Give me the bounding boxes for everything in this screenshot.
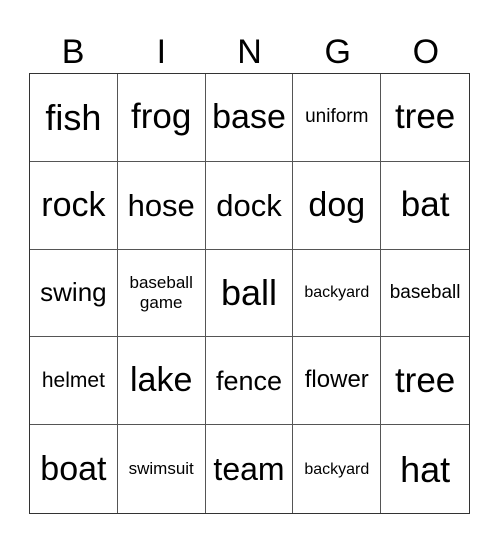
bingo-cell[interactable]: bat	[381, 162, 469, 250]
bingo-cell[interactable]: dog	[293, 161, 382, 250]
bingo-cell[interactable]: flower	[293, 337, 382, 426]
bingo-cell[interactable]: dock	[205, 161, 294, 250]
cell-text: tree	[394, 360, 456, 400]
header-letter-g: G	[324, 33, 351, 71]
cell-text: fish	[45, 96, 102, 138]
header-letter-b: B	[61, 33, 85, 71]
bingo-cell[interactable]: backyard	[293, 249, 382, 338]
cell-text: uniform	[305, 106, 369, 127]
cell-text: helmet	[41, 369, 105, 393]
cell-text: swimsuit	[128, 458, 194, 478]
bingo-cell[interactable]: swimsuit	[118, 425, 206, 513]
bingo-cell[interactable]: helmet	[30, 337, 118, 426]
cell-text: lake	[130, 361, 193, 400]
header-letter-o: O	[412, 33, 440, 71]
bingo-cell[interactable]: hat	[381, 425, 469, 513]
header-letter-n: N	[237, 33, 262, 71]
bingo-cell[interactable]: baseball game	[117, 249, 206, 338]
cell-text: flower	[304, 366, 369, 394]
bingo-header: B I N G O	[29, 30, 470, 72]
cell-text: dog	[308, 185, 366, 224]
bingo-cell[interactable]: uniform	[293, 74, 382, 162]
bingo-cell[interactable]: swing	[30, 249, 118, 338]
cell-text: bat	[400, 185, 450, 225]
bingo-cell[interactable]: team	[206, 425, 294, 513]
bingo-cell[interactable]: fish	[30, 74, 118, 162]
cell-text: base	[212, 98, 286, 136]
bingo-cell[interactable]: ball	[205, 249, 294, 338]
bingo-cell[interactable]: boat	[30, 425, 118, 513]
bingo-cell[interactable]: hose	[117, 161, 206, 250]
cell-text: rock	[41, 185, 106, 224]
cell-text: fence	[215, 365, 283, 396]
bingo-cell[interactable]: base	[205, 74, 294, 162]
cell-text: boat	[40, 449, 107, 488]
bingo-cell[interactable]: rock	[30, 161, 118, 250]
cell-text: ball	[220, 272, 278, 314]
cell-text: backyard	[304, 460, 370, 478]
bingo-cell[interactable]: fence	[205, 337, 294, 426]
bingo-card-grid: fish frog base uniform tree rock hose do…	[29, 73, 470, 514]
cell-text: team	[213, 450, 285, 487]
cell-text: dock	[216, 187, 282, 223]
cell-text: baseball	[389, 281, 461, 303]
bingo-cell[interactable]: tree	[381, 74, 469, 162]
cell-text: hat	[400, 448, 451, 490]
cell-text: frog	[131, 97, 192, 137]
bingo-cell[interactable]: tree	[381, 337, 469, 426]
header-letter-i: I	[156, 33, 167, 71]
bingo-cell[interactable]: backyard	[293, 425, 382, 513]
cell-text: swing	[40, 277, 107, 308]
bingo-cell[interactable]: lake	[117, 337, 206, 426]
cell-text: hose	[127, 187, 195, 223]
cell-text: backyard	[304, 284, 370, 302]
bingo-cell[interactable]: baseball	[381, 250, 469, 338]
bingo-cell[interactable]: frog	[117, 74, 206, 162]
cell-text: tree	[394, 97, 456, 137]
cell-text: baseball game	[129, 272, 193, 312]
